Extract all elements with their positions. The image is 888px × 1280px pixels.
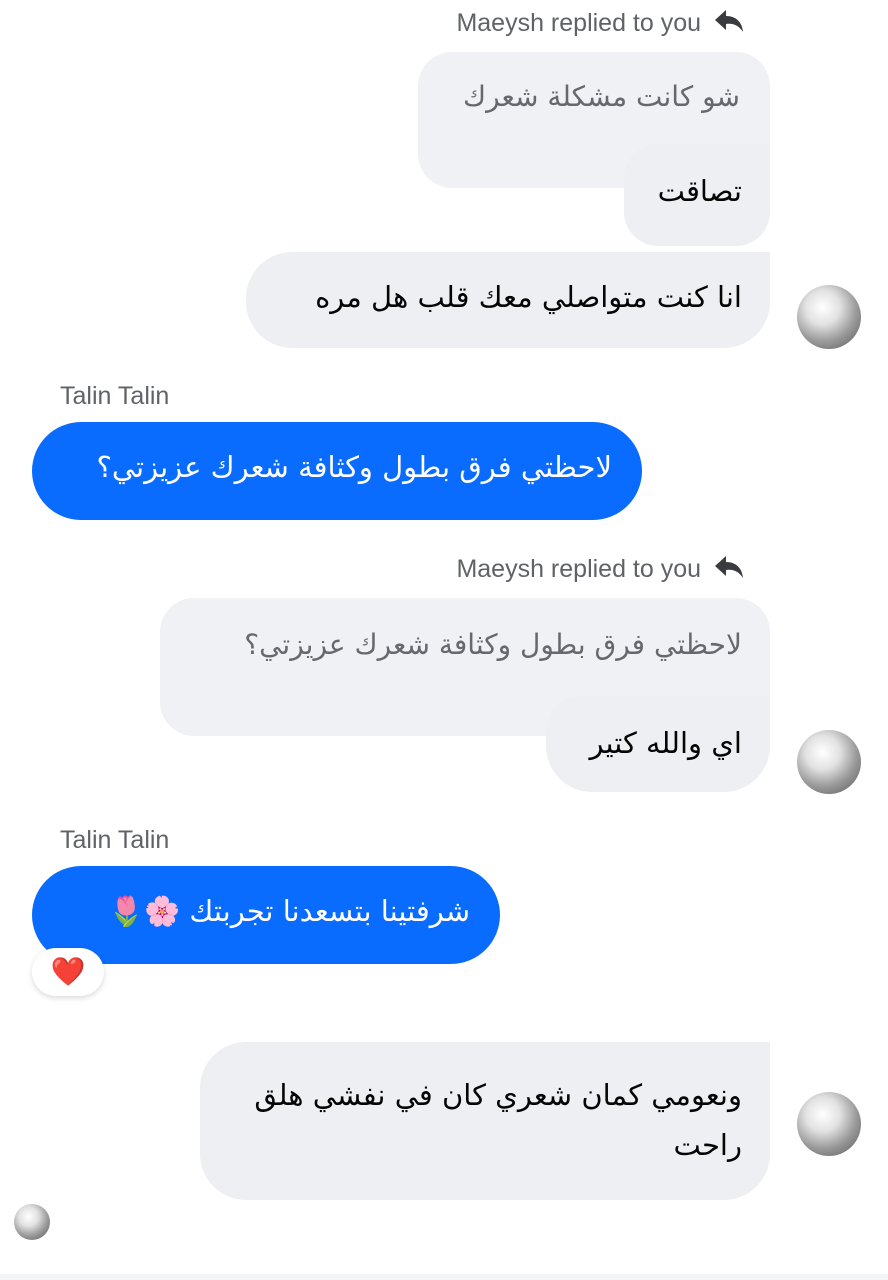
- reply-arrow-icon: [714, 8, 744, 41]
- quoted-text: شو كانت مشكلة شعرك: [463, 80, 740, 113]
- reply-label-text: Maeysh replied to you: [456, 555, 702, 584]
- quoted-text: لاحظتي فرق بطول وكثافة شعرك عزيزتي؟: [244, 628, 742, 661]
- message-text: تصاقت: [657, 174, 742, 208]
- message-text-line: ونعومي كمان شعري كان في نفشي هلق: [254, 1078, 742, 1112]
- contact-avatar[interactable]: [797, 1092, 861, 1156]
- message-text-line: راحت: [673, 1128, 742, 1162]
- reaction-badge[interactable]: ❤️: [32, 948, 104, 996]
- message-text: اي والله كتير: [589, 726, 742, 760]
- message-bubble[interactable]: لاحظتي فرق بطول وكثافة شعرك عزيزتي؟: [32, 422, 642, 520]
- reply-label-text: Maeysh replied to you: [456, 9, 702, 38]
- message-text: لاحظتي فرق بطول وكثافة شعرك عزيزتي؟: [96, 450, 612, 484]
- heart-reaction-icon: ❤️: [50, 955, 86, 988]
- seen-avatar: [14, 1204, 50, 1240]
- message-bubble[interactable]: تصاقت: [624, 144, 770, 246]
- reply-label: Maeysh replied to you: [456, 8, 744, 41]
- composer-edge: [0, 1274, 888, 1280]
- sender-name: Talin Talin: [60, 382, 170, 410]
- contact-avatar[interactable]: [797, 730, 861, 794]
- message-bubble[interactable]: انا كنت متواصلي معك قلب هل مره: [246, 252, 770, 348]
- message-bubble[interactable]: ونعومي كمان شعري كان في نفشي هلق راحت: [200, 1042, 770, 1200]
- message-bubble[interactable]: شرفتينا بتسعدنا تجربتك 🌸🌷: [32, 866, 500, 964]
- reply-label: Maeysh replied to you: [456, 554, 744, 587]
- sender-name: Talin Talin: [60, 826, 170, 854]
- message-text: شرفتينا بتسعدنا تجربتك 🌸🌷: [108, 894, 470, 928]
- reply-arrow-icon: [714, 554, 744, 587]
- contact-avatar[interactable]: [797, 285, 861, 349]
- message-bubble[interactable]: اي والله كتير: [546, 696, 770, 792]
- message-text: انا كنت متواصلي معك قلب هل مره: [315, 280, 742, 314]
